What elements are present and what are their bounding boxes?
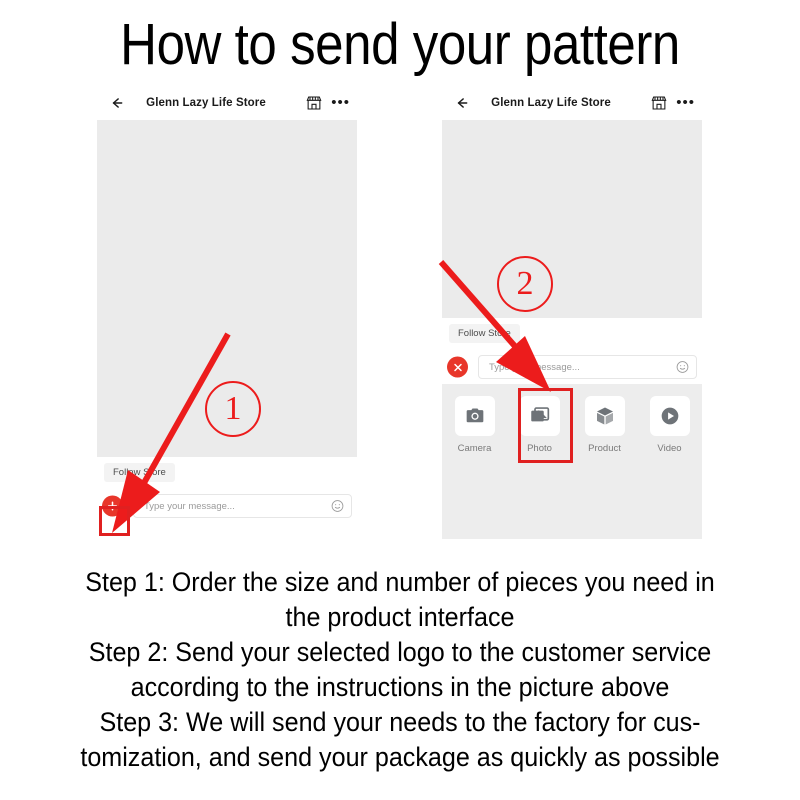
message-input-bar-right: Type your message... <box>435 350 709 384</box>
close-x-icon[interactable] <box>447 356 468 378</box>
attachment-option-product[interactable]: Product <box>579 396 631 454</box>
highlight-box-plus-button <box>99 506 130 536</box>
step-1-badge: 1 <box>205 381 261 437</box>
product-box-icon[interactable] <box>584 396 625 436</box>
store-name-title: Glenn Lazy Life Store <box>146 97 266 109</box>
steps-line-6: tomization, and send your package as qui… <box>80 742 720 772</box>
attachment-option-label: Product <box>588 443 621 454</box>
attachment-option-video[interactable]: Video <box>644 396 696 454</box>
store-name-title: Glenn Lazy Life Store <box>491 97 611 109</box>
camera-icon[interactable] <box>454 396 495 436</box>
smiley-icon[interactable] <box>676 361 689 374</box>
steps-line-2: the product interface <box>285 602 515 632</box>
attachment-option-camera[interactable]: Camera <box>449 396 501 454</box>
conversation-area-right <box>442 120 702 318</box>
steps-line-3: Step 2: Send your selected logo to the c… <box>88 637 712 667</box>
chat-screen-plus-panel: Glenn Lazy Life Store ••• Follow Store T… <box>90 86 364 546</box>
follow-store-chip[interactable]: Follow Store <box>104 463 175 482</box>
more-options-icon[interactable]: ••• <box>331 95 350 110</box>
steps-line-1: Step 1: Order the size and number of pie… <box>85 567 715 597</box>
step-2-badge: 2 <box>497 256 553 312</box>
message-input-field[interactable]: Type your message... <box>478 355 697 379</box>
follow-store-row-right: Follow Store <box>435 322 709 348</box>
message-input-field[interactable]: Type your message... <box>133 494 352 518</box>
message-input-placeholder: Type your message... <box>144 500 235 512</box>
chat-screen-attachments-panel: Glenn Lazy Life Store ••• Follow Store T… <box>435 86 709 546</box>
video-play-icon[interactable] <box>649 396 690 436</box>
store-icon[interactable] <box>306 96 322 111</box>
attachment-option-label: Camera <box>457 443 492 454</box>
message-input-bar-left: Type your message... <box>90 489 364 523</box>
store-icon[interactable] <box>651 96 667 111</box>
chat-header-left: Glenn Lazy Life Store ••• <box>90 86 364 120</box>
follow-store-row-left: Follow Store <box>90 461 364 487</box>
page-title: How to send your pattern <box>120 12 680 77</box>
highlight-box-photo-option <box>518 388 573 463</box>
steps-line-4: according to the instructions in the pic… <box>130 672 670 702</box>
message-input-placeholder: Type your message... <box>489 361 580 373</box>
chat-header-right: Glenn Lazy Life Store ••• <box>435 86 709 120</box>
steps-instructions: Step 1: Order the size and number of pie… <box>30 565 770 775</box>
steps-line-5: Step 3: We will send your needs to the f… <box>99 707 701 737</box>
more-options-icon[interactable]: ••• <box>676 95 695 110</box>
attachment-option-label: Video <box>657 443 682 454</box>
smiley-icon[interactable] <box>331 500 344 513</box>
follow-store-chip[interactable]: Follow Store <box>449 324 520 343</box>
